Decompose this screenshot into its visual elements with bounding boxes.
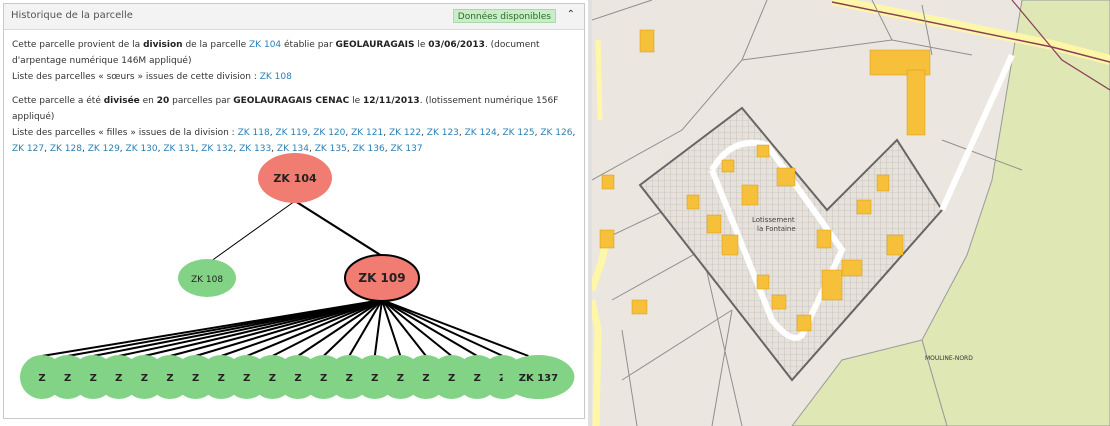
tree-node-label: Z bbox=[448, 373, 455, 384]
tree-node-label: Z bbox=[320, 373, 327, 384]
root-parcel-node[interactable]: ZK 104 bbox=[258, 153, 332, 203]
tree-nodes: ZZZZZZZZZZZZZZZZZZZZK 137ZK 104ZK 108ZK … bbox=[20, 153, 575, 399]
tree-node-label: Z bbox=[141, 373, 148, 384]
tree-edges bbox=[41, 200, 529, 357]
current-parcel-node[interactable]: ZK 109 bbox=[344, 254, 420, 302]
cadastral-map[interactable]: Lotissement la Fontaine MOULINE-NORD bbox=[592, 0, 1110, 426]
lotissement-label: la Fontaine bbox=[757, 225, 796, 233]
lotissement-label: Lotissement bbox=[752, 216, 795, 224]
tree-node-label: ZK 104 bbox=[273, 172, 317, 185]
parcel-tree-diagram: ZZZZZZZZZZZZZZZZZZZZK 137ZK 104ZK 108ZK … bbox=[20, 153, 575, 399]
tree-node-label: Z bbox=[269, 373, 276, 384]
tree-node-label: Z bbox=[474, 373, 481, 384]
tree-node-label: Z bbox=[422, 373, 429, 384]
tree-node-label: ZK 108 bbox=[191, 275, 223, 285]
tree-node-label: Z bbox=[397, 373, 404, 384]
lieu-dit-label: MOULINE-NORD bbox=[925, 355, 973, 362]
road bbox=[595, 39, 603, 121]
tree-edge bbox=[220, 299, 383, 357]
tree-node-label: Z bbox=[166, 373, 173, 384]
tree-node-label: Z bbox=[346, 373, 353, 384]
tree-node-label: Z bbox=[38, 373, 45, 384]
tree-node-label: Z bbox=[64, 373, 71, 384]
tree-edge bbox=[206, 200, 296, 265]
tree-edge bbox=[294, 200, 383, 257]
tree-edge bbox=[381, 299, 478, 357]
sibling-parcel-node[interactable]: ZK 108 bbox=[178, 259, 236, 297]
parcel-history-panel: Historique de la parcelle Données dispon… bbox=[3, 3, 585, 419]
tree-node-label: Z bbox=[90, 373, 97, 384]
child-parcel-node[interactable]: ZK 137 bbox=[502, 355, 575, 399]
tree-node-label: Z bbox=[294, 373, 301, 384]
road bbox=[592, 299, 602, 426]
tree-node-label: Z bbox=[192, 373, 199, 384]
field-area bbox=[921, 0, 1110, 426]
tree-node-label: Z bbox=[371, 373, 378, 384]
tree-node-label: ZK 109 bbox=[358, 271, 405, 285]
tree-edge bbox=[169, 299, 383, 357]
tree-node-label: Z bbox=[243, 373, 250, 384]
map-canvas[interactable]: Lotissement la Fontaine MOULINE-NORD bbox=[592, 0, 1110, 426]
tree-node-label: Z bbox=[218, 373, 225, 384]
tree-edge bbox=[373, 299, 383, 357]
tree-node-label: Z bbox=[115, 373, 122, 384]
tree-node-label: ZK 137 bbox=[519, 373, 558, 384]
